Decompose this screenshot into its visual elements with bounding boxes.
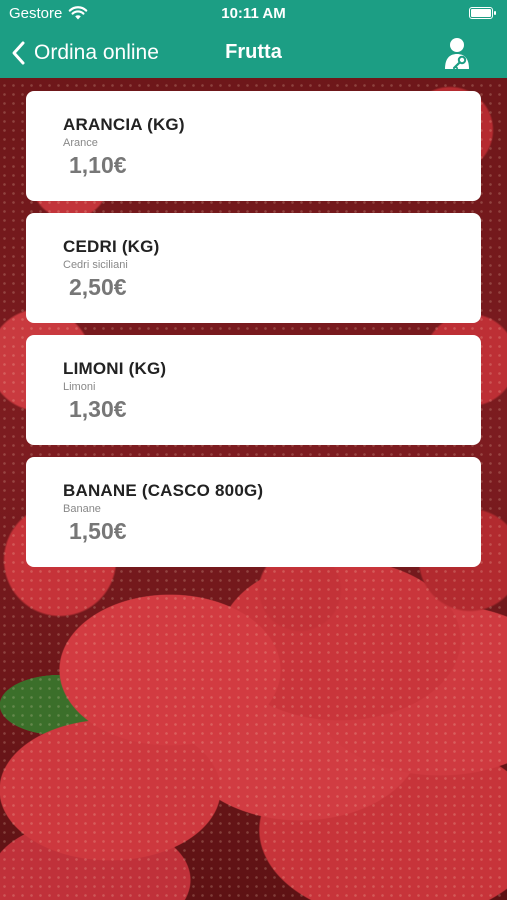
product-description: Cedri siciliani xyxy=(63,259,128,271)
product-price: 1,30€ xyxy=(69,396,127,422)
product-price: 2,50€ xyxy=(69,274,127,300)
page-title: Frutta xyxy=(225,41,282,63)
product-card-cedri[interactable]: CEDRI (KG) Cedri siciliani 2,50€ xyxy=(26,213,481,323)
product-price: 1,50€ xyxy=(69,518,127,544)
product-description: Limoni xyxy=(63,381,96,393)
battery-icon xyxy=(469,7,496,19)
status-bar: Gestore 10:11 AM xyxy=(0,0,507,28)
product-price: 1,10€ xyxy=(69,152,127,178)
product-name: LIMONI (KG) xyxy=(63,359,167,378)
user-key-icon[interactable] xyxy=(443,36,473,70)
product-name: ARANCIA (KG) xyxy=(63,115,185,134)
product-card-banane[interactable]: BANANE (CASCO 800G) Banane 1,50€ xyxy=(26,457,481,567)
product-description: Arance xyxy=(63,137,98,149)
product-card-limoni[interactable]: LIMONI (KG) Limoni 1,30€ xyxy=(26,335,481,445)
product-name: CEDRI (KG) xyxy=(63,237,160,256)
status-time: 10:11 AM xyxy=(221,5,286,22)
product-card-arancia[interactable]: ARANCIA (KG) Arance 1,10€ xyxy=(26,91,481,201)
product-description: Banane xyxy=(63,503,101,515)
navigation-bar: Ordina online Frutta xyxy=(0,28,507,78)
product-name: BANANE (CASCO 800G) xyxy=(63,481,264,500)
product-list: ARANCIA (KG) Arance 1,10€ CEDRI (KG) Ced… xyxy=(26,91,481,579)
